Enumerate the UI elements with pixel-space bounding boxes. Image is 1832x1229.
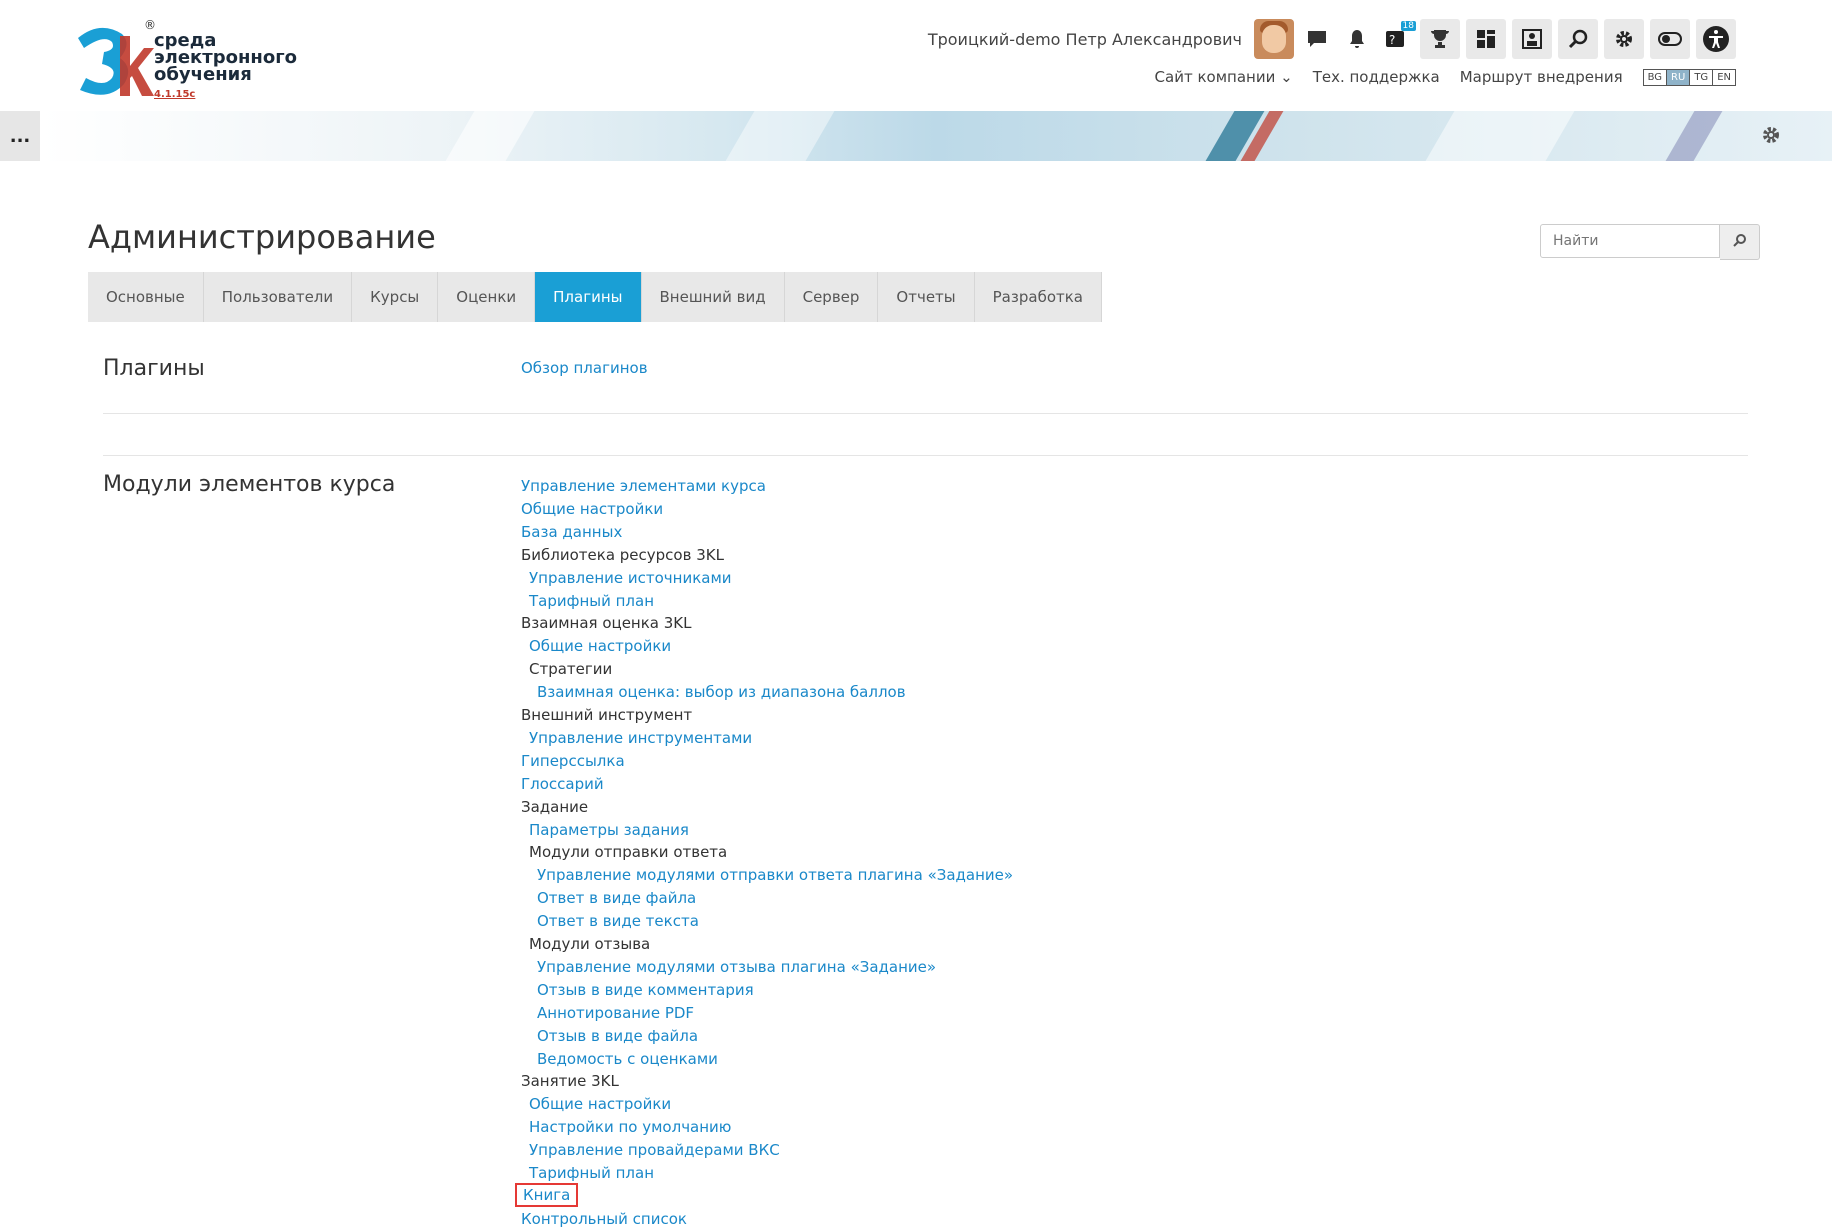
lang-ru[interactable]: RU bbox=[1667, 69, 1691, 85]
page-title: Администрирование bbox=[88, 218, 436, 256]
module-link[interactable]: База данных bbox=[521, 522, 622, 542]
module-link[interactable]: Общие настройки bbox=[529, 1094, 671, 1114]
logo-line-3: обучения bbox=[154, 64, 252, 85]
tab-1[interactable]: Пользователи bbox=[203, 272, 353, 322]
module-group-label: Взаимная оценка 3KL bbox=[521, 614, 692, 633]
module-link[interactable]: Управление инструментами bbox=[529, 728, 752, 748]
settings-gear-icon[interactable] bbox=[1604, 19, 1644, 59]
module-link[interactable]: Гиперссылка bbox=[521, 751, 625, 771]
roadmap-link[interactable]: Маршрут внедрения bbox=[1460, 68, 1623, 86]
module-link[interactable]: Управление провайдерами ВКС bbox=[529, 1140, 780, 1160]
tab-7[interactable]: Отчеты bbox=[878, 272, 975, 322]
module-link[interactable]: Контрольный список bbox=[521, 1209, 687, 1229]
section-title-modules: Модули элементов курса bbox=[103, 472, 396, 497]
notifications-bell-icon[interactable] bbox=[1340, 19, 1374, 59]
drawer-toggle-button[interactable]: ... bbox=[0, 111, 40, 161]
lang-tg[interactable]: TG bbox=[1690, 69, 1714, 85]
module-group-label: Занятие 3KL bbox=[521, 1072, 619, 1091]
chevron-down-icon: ⌄ bbox=[1280, 68, 1293, 86]
logo-text: среда электронного обучения 4.1.15c bbox=[154, 32, 297, 103]
search-input[interactable] bbox=[1540, 224, 1720, 258]
search-icon bbox=[1732, 233, 1746, 247]
section-title-plugins: Плагины bbox=[103, 356, 205, 381]
module-link[interactable]: Глоссарий bbox=[521, 774, 604, 794]
tab-2[interactable]: Курсы bbox=[352, 272, 439, 322]
lang-bg[interactable]: BG bbox=[1644, 69, 1668, 85]
admin-tabs: Основные Пользователи Курсы Оценки Плагины Вн… bbox=[88, 272, 1102, 322]
tasks-badge-count: 18 bbox=[1400, 21, 1416, 31]
tab-5[interactable]: Внешний вид bbox=[641, 272, 785, 322]
secondary-nav: Сайт компании ⌄ Тех. поддержка Маршрут в… bbox=[1155, 68, 1736, 86]
module-link[interactable]: Управление элементами курса bbox=[521, 476, 766, 496]
module-link[interactable]: Управление модулями отправки ответа плаг… bbox=[537, 865, 1013, 885]
user-name[interactable]: Троицкий-demo Петр Александрович bbox=[928, 30, 1242, 49]
module-link[interactable]: Отзыв в виде файла bbox=[537, 1026, 698, 1046]
module-group-label: Библиотека ресурсов 3KL bbox=[521, 545, 724, 564]
module-link[interactable]: Тарифный план bbox=[529, 1163, 654, 1183]
svg-text:?: ? bbox=[1389, 33, 1395, 47]
module-link[interactable]: Управление источниками bbox=[529, 568, 732, 588]
module-group-label: Задание bbox=[521, 797, 589, 816]
module-link[interactable]: Ведомость с оценками bbox=[537, 1049, 718, 1069]
plugins-overview-link[interactable]: Обзор плагинов bbox=[521, 358, 648, 378]
company-site-menu[interactable]: Сайт компании ⌄ bbox=[1155, 68, 1293, 86]
org-structure-icon[interactable] bbox=[1512, 19, 1552, 59]
module-link[interactable]: Ответ в виде текста bbox=[537, 911, 699, 931]
section-divider bbox=[103, 413, 1748, 414]
tasks-badge-icon[interactable]: ? 18 bbox=[1380, 19, 1416, 59]
tab-8[interactable]: Разработка bbox=[974, 272, 1102, 322]
theme-toggle-icon[interactable] bbox=[1650, 19, 1690, 59]
module-link[interactable]: Ответ в виде файла bbox=[537, 888, 696, 908]
site-logo[interactable]: ® среда электронного обучения 4.1.15c bbox=[70, 18, 297, 102]
search-icon[interactable] bbox=[1558, 19, 1598, 59]
module-link[interactable]: Общие настройки bbox=[529, 636, 671, 656]
tab-0[interactable]: Основные bbox=[88, 272, 204, 322]
tab-3[interactable]: Оценки bbox=[438, 272, 536, 322]
module-group-label: Модули отзыва bbox=[529, 935, 651, 953]
lang-en[interactable]: EN bbox=[1713, 70, 1735, 85]
header-banner bbox=[40, 111, 1832, 161]
user-toolbar: Троицкий-demo Петр Александрович ? 18 bbox=[928, 18, 1736, 60]
admin-search bbox=[1540, 224, 1762, 260]
module-group-label: Внешний инструмент bbox=[521, 706, 693, 724]
avatar[interactable] bbox=[1254, 19, 1294, 59]
module-link[interactable]: Управление модулями отзыва плагина «Зада… bbox=[537, 957, 936, 977]
tab-6[interactable]: Сервер bbox=[784, 272, 879, 322]
accessibility-icon[interactable] bbox=[1696, 19, 1736, 59]
module-link[interactable]: Взаимная оценка: выбор из диапазона балл… bbox=[537, 682, 906, 702]
module-link[interactable]: Книга bbox=[515, 1182, 579, 1207]
section-divider bbox=[103, 455, 1748, 456]
module-group-label: Модули отправки ответа bbox=[529, 843, 728, 862]
logo-version[interactable]: 4.1.15c bbox=[154, 89, 195, 100]
module-link[interactable]: Тарифный план bbox=[529, 591, 654, 611]
module-link[interactable]: Настройки по умолчанию bbox=[529, 1117, 731, 1137]
support-link[interactable]: Тех. поддержка bbox=[1313, 68, 1440, 86]
page-settings-gear-icon[interactable] bbox=[1760, 124, 1782, 152]
module-group-label: Стратегии bbox=[529, 660, 613, 679]
trophy-icon[interactable] bbox=[1420, 19, 1460, 59]
module-link[interactable]: Общие настройки bbox=[521, 499, 663, 519]
search-submit-button[interactable] bbox=[1720, 224, 1760, 260]
tab-4[interactable]: Плагины bbox=[535, 272, 642, 322]
module-link[interactable]: Отзыв в виде комментария bbox=[537, 980, 754, 1000]
language-switcher: BG RU TG EN bbox=[1642, 68, 1736, 86]
module-link[interactable]: Аннотирование PDF bbox=[537, 1003, 694, 1023]
module-link[interactable]: Параметры задания bbox=[529, 820, 689, 840]
logo-3k-icon bbox=[78, 27, 154, 96]
dashboard-grid-icon[interactable] bbox=[1466, 19, 1506, 59]
messages-icon[interactable] bbox=[1300, 19, 1334, 59]
